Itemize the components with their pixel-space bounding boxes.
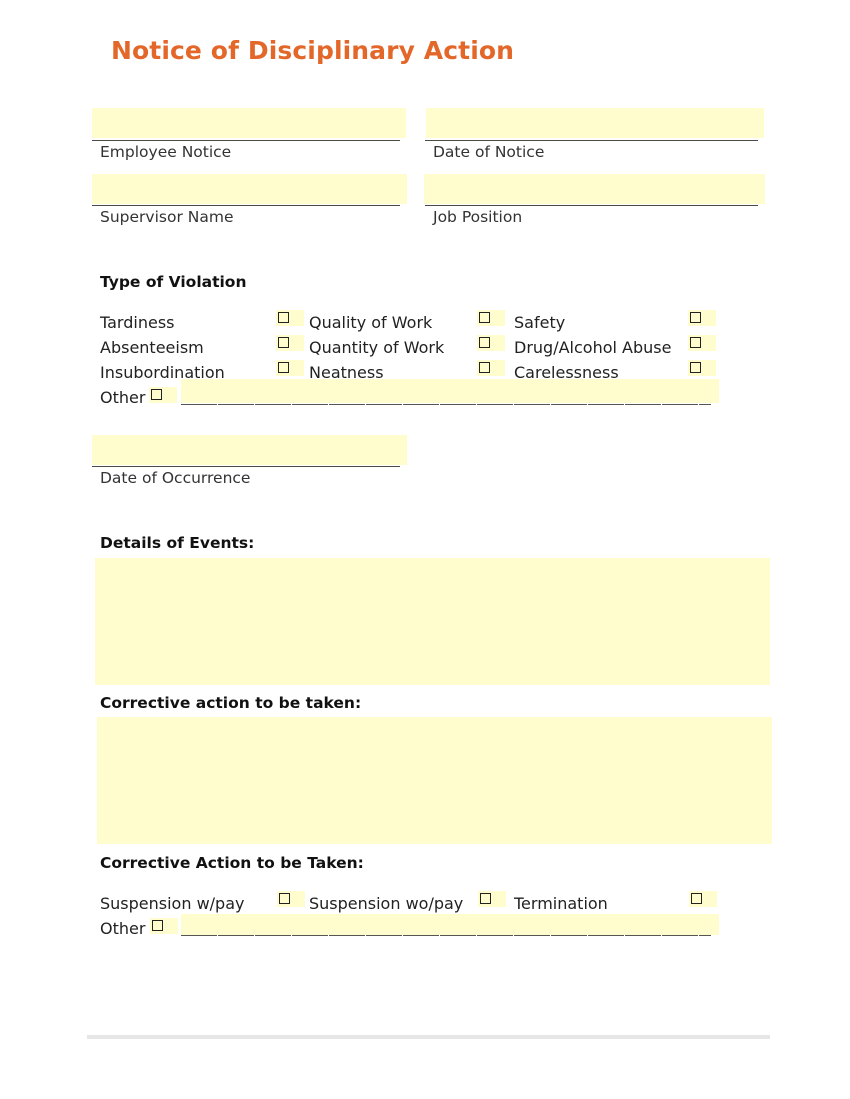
date-of-notice-label: Date of Notice — [433, 143, 545, 161]
violation-absenteeism-checkbox[interactable] — [276, 335, 304, 351]
checkbox-icon — [479, 362, 490, 373]
corrective-other-checkbox[interactable] — [150, 918, 178, 934]
corrective-other-underline — [181, 935, 711, 936]
checkbox-icon — [479, 337, 490, 348]
document-title: Notice of Disciplinary Action — [111, 36, 515, 65]
corrective-other-input[interactable] — [181, 914, 719, 935]
violation-tardiness-checkbox[interactable] — [276, 310, 304, 326]
corrective-option-label: Suspension w/pay — [100, 894, 245, 913]
violation-option-label: Quantity of Work — [309, 338, 445, 357]
date-of-occurrence-input[interactable] — [92, 435, 407, 465]
violation-other-input[interactable] — [181, 379, 719, 403]
violation-other-underline — [181, 404, 711, 405]
corrective-option-label: Termination — [514, 894, 608, 913]
violation-option-label: Quality of Work — [309, 313, 433, 332]
checkbox-icon — [690, 337, 701, 348]
footer-divider — [87, 1035, 770, 1039]
employee-notice-input[interactable] — [92, 108, 406, 138]
violation-option-label: Drug/Alcohol Abuse — [514, 338, 672, 357]
checkbox-icon — [279, 893, 290, 904]
violation-neatness-checkbox[interactable] — [477, 360, 505, 376]
employee-notice-underline — [92, 140, 400, 141]
termination-checkbox[interactable] — [689, 891, 717, 907]
corrective-choice-heading: Corrective Action to be Taken: — [100, 854, 364, 872]
corrective-text-heading: Corrective action to be taken: — [100, 694, 362, 712]
details-textarea[interactable] — [95, 558, 770, 685]
date-of-occurrence-label: Date of Occurrence — [100, 469, 251, 487]
violation-quality-of-work-checkbox[interactable] — [477, 310, 505, 326]
supervisor-name-underline — [92, 205, 400, 206]
violation-safety-checkbox[interactable] — [688, 310, 716, 326]
supervisor-name-input[interactable] — [92, 174, 407, 204]
checkbox-icon — [152, 920, 163, 931]
violation-heading: Type of Violation — [100, 273, 247, 291]
violation-drug-alcohol-abuse-checkbox[interactable] — [688, 335, 716, 351]
violation-carelessness-checkbox[interactable] — [688, 360, 716, 376]
employee-notice-label: Employee Notice — [100, 143, 232, 161]
violation-option-label: Tardiness — [100, 313, 175, 332]
checkbox-icon — [691, 893, 702, 904]
corrective-text-textarea[interactable] — [97, 717, 772, 844]
job-position-input[interactable] — [424, 174, 765, 204]
checkbox-icon — [479, 312, 490, 323]
checkbox-icon — [690, 312, 701, 323]
date-of-notice-input[interactable] — [426, 108, 764, 138]
corrective-option-label: Suspension wo/pay — [309, 894, 464, 913]
violation-option-label: Safety — [514, 313, 566, 332]
violation-insubordination-checkbox[interactable] — [276, 360, 304, 376]
checkbox-icon — [278, 362, 289, 373]
corrective-other-label: Other — [100, 919, 146, 938]
checkbox-icon — [278, 337, 289, 348]
violation-quantity-of-work-checkbox[interactable] — [477, 335, 505, 351]
violation-other-label: Other — [100, 388, 146, 407]
violation-other-checkbox[interactable] — [149, 387, 177, 403]
suspension-without-pay-checkbox[interactable] — [478, 891, 506, 907]
job-position-underline — [425, 205, 758, 206]
details-heading: Details of Events: — [100, 534, 255, 552]
checkbox-icon — [690, 362, 701, 373]
supervisor-name-label: Supervisor Name — [100, 208, 234, 226]
checkbox-icon — [278, 312, 289, 323]
suspension-with-pay-checkbox[interactable] — [277, 891, 305, 907]
violation-option-label: Absenteeism — [100, 338, 204, 357]
checkbox-icon — [151, 389, 162, 400]
job-position-label: Job Position — [433, 208, 523, 226]
date-of-occurrence-underline — [92, 466, 400, 467]
date-of-notice-underline — [425, 140, 758, 141]
checkbox-icon — [480, 893, 491, 904]
